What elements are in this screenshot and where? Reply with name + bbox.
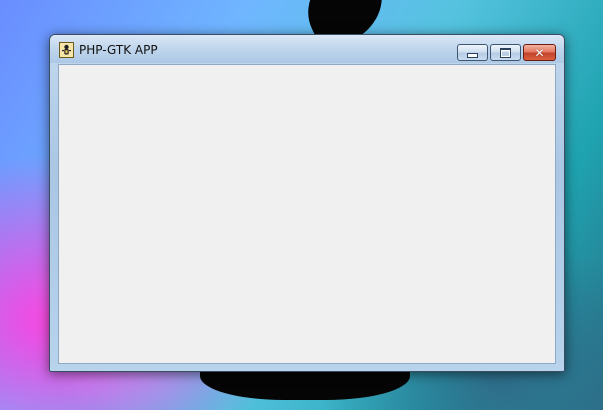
close-button[interactable]: ✕ <box>523 44 556 61</box>
caption-buttons: ✕ <box>457 44 556 61</box>
maximize-button[interactable] <box>490 44 521 61</box>
maximize-icon <box>500 47 511 58</box>
close-icon: ✕ <box>534 45 545 60</box>
app-window[interactable]: PHP-GTK APP ✕ <box>49 34 565 372</box>
minimize-icon <box>467 53 478 58</box>
window-title: PHP-GTK APP <box>79 43 158 57</box>
window-client-area[interactable] <box>58 64 556 364</box>
title-bar[interactable]: PHP-GTK APP ✕ <box>50 35 564 63</box>
minimize-button[interactable] <box>457 44 488 61</box>
php-gtk-app-icon[interactable] <box>59 42 74 58</box>
